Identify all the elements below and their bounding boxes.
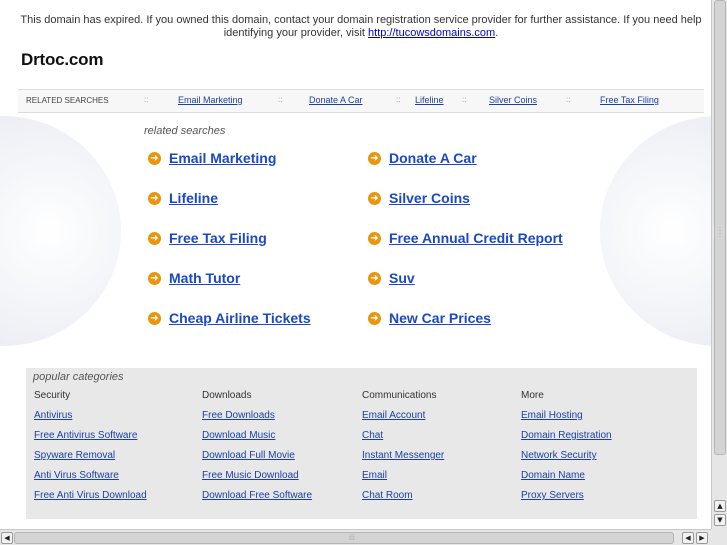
- arrow-right-icon: ➜: [148, 271, 161, 285]
- category-link[interactable]: Free Antivirus Software: [34, 429, 147, 449]
- category-link[interactable]: Download Free Software: [202, 489, 312, 509]
- arrow-down-icon: ▼: [717, 516, 723, 524]
- category-title: Communications: [362, 390, 437, 401]
- arrow-right-icon: ➜: [368, 151, 381, 165]
- vertical-scrollbar[interactable]: · · · · ▲ ▼: [711, 0, 727, 529]
- related-search-label[interactable]: Donate A Car: [389, 150, 477, 166]
- category-link[interactable]: Antivirus: [34, 409, 147, 429]
- category-column-more: More Email Hosting Domain Registration N…: [521, 389, 612, 509]
- category-link[interactable]: Free Anti Virus Download: [34, 489, 147, 509]
- related-search-link[interactable]: ➜ Email Marketing: [148, 150, 276, 166]
- decorative-globe-right: [600, 116, 711, 346]
- related-bar-link[interactable]: Free Tax Filing: [600, 95, 659, 105]
- category-link[interactable]: Domain Name: [521, 469, 612, 489]
- category-title: Security: [34, 390, 71, 401]
- related-search-label[interactable]: Email Marketing: [169, 150, 276, 166]
- related-search-link[interactable]: ➜ Suv: [368, 270, 415, 286]
- related-searches-bar: RELATED SEARCHES :: Email Marketing :: D…: [18, 89, 704, 113]
- scroll-down-button[interactable]: ▼: [714, 514, 726, 526]
- arrow-left-icon: ◀: [4, 534, 10, 542]
- category-title: More: [521, 390, 544, 401]
- vertical-scroll-thumb[interactable]: · · · ·: [714, 0, 726, 455]
- category-column-security: Security Antivirus Free Antivirus Softwa…: [34, 389, 147, 509]
- tucows-link[interactable]: http://tucowsdomains.com: [368, 27, 495, 39]
- arrow-right-icon: ➜: [368, 271, 381, 285]
- category-link[interactable]: Anti Virus Software: [34, 469, 147, 489]
- scroll-left-button-end[interactable]: ◀: [682, 532, 694, 544]
- related-search-link[interactable]: ➜ Free Tax Filing: [148, 230, 267, 246]
- related-search-label[interactable]: Suv: [389, 270, 415, 286]
- related-search-label[interactable]: Lifeline: [169, 190, 218, 206]
- arrow-right-icon: ➜: [148, 231, 161, 245]
- category-link[interactable]: Network Security: [521, 449, 612, 469]
- related-searches-label: RELATED SEARCHES: [26, 96, 109, 105]
- category-link[interactable]: Email Account: [362, 409, 444, 429]
- scroll-up-button[interactable]: ▲: [714, 500, 726, 512]
- related-searches-heading: related searches: [144, 125, 226, 137]
- arrow-right-icon: ➜: [368, 231, 381, 245]
- expired-notice: This domain has expired. If you owned th…: [18, 14, 704, 40]
- related-search-link[interactable]: ➜ Math Tutor: [148, 270, 240, 286]
- arrow-right-icon: ➜: [368, 311, 381, 325]
- separator: ::: [278, 95, 283, 104]
- related-search-link[interactable]: ➜ Silver Coins: [368, 190, 470, 206]
- arrow-right-icon: ➜: [148, 151, 161, 165]
- category-link[interactable]: Email: [362, 469, 444, 489]
- related-search-link[interactable]: ➜ Cheap Airline Tickets: [148, 310, 311, 326]
- related-search-label[interactable]: New Car Prices: [389, 310, 491, 326]
- separator: ::: [566, 95, 571, 104]
- popular-categories-heading: popular categories: [33, 371, 124, 383]
- category-link[interactable]: Email Hosting: [521, 409, 612, 429]
- related-bar-link[interactable]: Donate A Car: [309, 95, 363, 105]
- scrollbar-corner: [711, 529, 727, 545]
- related-search-label[interactable]: Math Tutor: [169, 270, 240, 286]
- separator: ::: [396, 95, 401, 104]
- separator: ::: [462, 95, 467, 104]
- category-link[interactable]: Download Music: [202, 429, 312, 449]
- horizontal-scroll-thumb[interactable]: ⁞⁞⁞: [14, 532, 674, 544]
- domain-title: Drtoc.com: [21, 50, 104, 69]
- category-link[interactable]: Chat: [362, 429, 444, 449]
- arrow-up-icon: ▲: [717, 502, 723, 510]
- scroll-left-button[interactable]: ◀: [1, 532, 13, 544]
- arrow-right-icon: ➜: [148, 191, 161, 205]
- related-search-link[interactable]: ➜ Lifeline: [148, 190, 218, 206]
- related-bar-link[interactable]: Email Marketing: [178, 95, 243, 105]
- arrow-left-icon: ◀: [685, 534, 691, 542]
- separator: ::: [144, 95, 149, 104]
- category-link[interactable]: Spyware Removal: [34, 449, 147, 469]
- category-link[interactable]: Chat Room: [362, 489, 444, 509]
- expired-notice-end: .: [495, 27, 499, 39]
- related-search-label[interactable]: Free Annual Credit Report: [389, 230, 563, 246]
- category-column-downloads: Downloads Free Downloads Download Music …: [202, 389, 312, 509]
- grip-icon: · · · ·: [719, 225, 721, 240]
- category-link[interactable]: Instant Messenger: [362, 449, 444, 469]
- related-bar-link[interactable]: Silver Coins: [489, 95, 537, 105]
- horizontal-scrollbar[interactable]: ◀ ⁞⁞⁞ ◀ ▶: [0, 529, 711, 545]
- related-search-link[interactable]: ➜ Free Annual Credit Report: [368, 230, 563, 246]
- category-column-communications: Communications Email Account Chat Instan…: [362, 389, 444, 509]
- scroll-right-button[interactable]: ▶: [696, 532, 708, 544]
- decorative-globe-left: [0, 116, 121, 346]
- related-search-link[interactable]: ➜ New Car Prices: [368, 310, 491, 326]
- popular-categories-panel: popular categories Security Antivirus Fr…: [26, 368, 697, 519]
- category-link[interactable]: Proxy Servers: [521, 489, 612, 509]
- category-title: Downloads: [202, 390, 252, 401]
- category-link[interactable]: Domain Registration: [521, 429, 612, 449]
- arrow-right-icon: ▶: [699, 534, 705, 542]
- category-link[interactable]: Free Downloads: [202, 409, 312, 429]
- grip-icon: ⁞⁞⁞: [349, 535, 355, 542]
- page-viewport: This domain has expired. If you owned th…: [0, 0, 711, 529]
- related-search-label[interactable]: Silver Coins: [389, 190, 470, 206]
- related-search-label[interactable]: Cheap Airline Tickets: [169, 310, 311, 326]
- expired-notice-text: This domain has expired. If you owned th…: [20, 14, 702, 39]
- category-link[interactable]: Download Full Movie: [202, 449, 312, 469]
- related-search-link[interactable]: ➜ Donate A Car: [368, 150, 477, 166]
- related-search-label[interactable]: Free Tax Filing: [169, 230, 267, 246]
- related-bar-link[interactable]: Lifeline: [415, 95, 444, 105]
- arrow-right-icon: ➜: [148, 311, 161, 325]
- category-link[interactable]: Free Music Download: [202, 469, 312, 489]
- arrow-right-icon: ➜: [368, 191, 381, 205]
